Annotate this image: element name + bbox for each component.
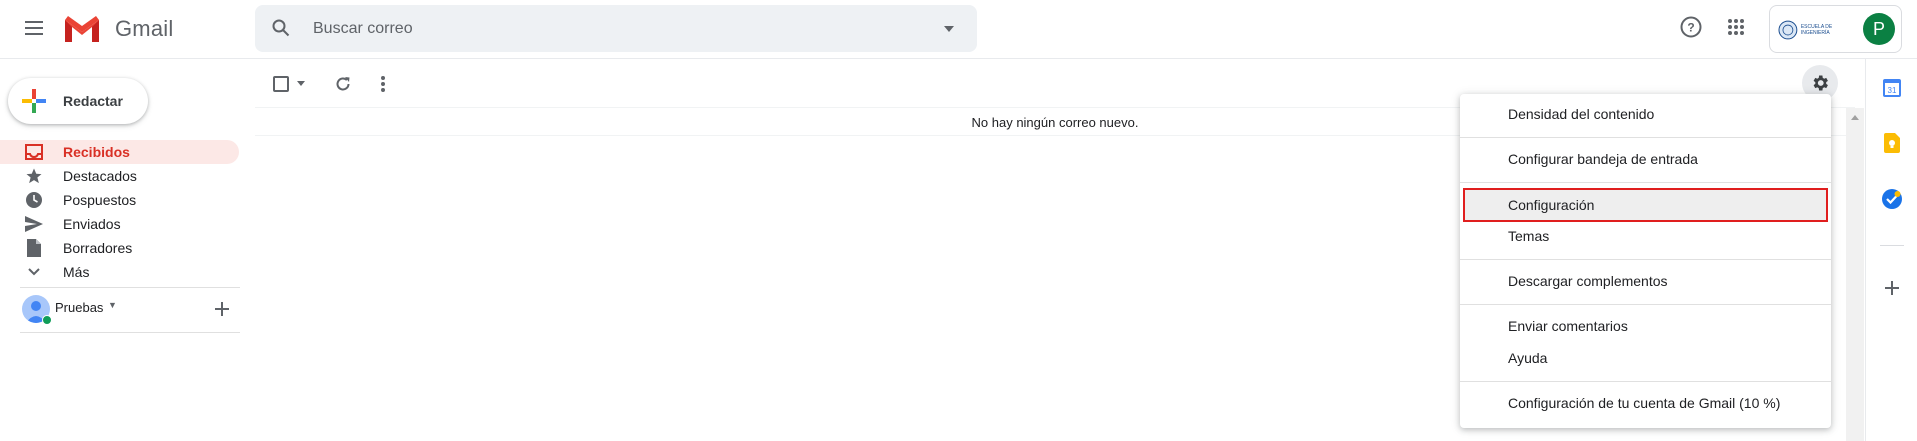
inbox-icon	[25, 143, 43, 161]
caret-up-icon	[1851, 114, 1859, 120]
user-name[interactable]: Pruebas	[55, 300, 103, 315]
sidebar-item-label: Pospuestos	[63, 192, 137, 208]
menu-item-densidad[interactable]: Densidad del contenido	[1460, 98, 1831, 130]
chevron-down-icon	[25, 263, 43, 281]
gmail-logo[interactable]: Gmail	[63, 12, 173, 46]
draft-icon	[25, 239, 43, 257]
sidebar-item-destacados[interactable]: Destacados	[0, 164, 240, 188]
add-addon-icon[interactable]	[1881, 277, 1903, 299]
clock-icon	[25, 191, 43, 209]
menu-item-descargar-complementos[interactable]: Descargar complementos	[1460, 265, 1831, 297]
menu-divider	[1460, 137, 1831, 138]
star-icon	[25, 167, 43, 185]
main-menu-button[interactable]	[19, 12, 51, 44]
menu-item-label: Enviar comentarios	[1508, 318, 1628, 334]
sidebar-item-label: Recibidos	[63, 144, 130, 160]
side-panel-divider	[1880, 245, 1904, 246]
sidebar-item-label: Más	[63, 264, 90, 280]
send-icon	[25, 215, 43, 233]
menu-item-cuenta-gmail[interactable]: Configuración de tu cuenta de Gmail (10 …	[1460, 387, 1831, 419]
compose-plus-icon	[22, 89, 46, 113]
sidebar-item-borradores[interactable]: Borradores	[0, 236, 240, 260]
caret-down-icon	[944, 26, 954, 32]
sidebar-item-label: Borradores	[63, 240, 133, 256]
online-status-icon	[42, 315, 52, 325]
help-icon[interactable]: ?	[1678, 14, 1704, 40]
account-avatar[interactable]: P	[1863, 13, 1895, 45]
compose-button[interactable]: Redactar	[8, 78, 148, 124]
menu-item-configurar-bandeja[interactable]: Configurar bandeja de entrada	[1460, 143, 1831, 175]
sidebar-item-pospuestos[interactable]: Pospuestos	[0, 188, 240, 212]
side-panel: 31	[1865, 59, 1917, 441]
menu-item-label: Descargar complementos	[1508, 273, 1668, 289]
svg-text:31: 31	[1888, 86, 1897, 95]
more-options-icon[interactable]	[371, 72, 395, 96]
caret-down-icon	[297, 80, 305, 86]
refresh-icon[interactable]	[331, 72, 355, 96]
hamburger-icon	[25, 21, 43, 35]
calendar-icon[interactable]: 31	[1881, 77, 1903, 99]
select-options-caret[interactable]	[294, 76, 308, 90]
add-icon[interactable]	[212, 299, 232, 319]
sidebar-divider	[20, 332, 240, 333]
menu-item-label: Configurar bandeja de entrada	[1508, 151, 1698, 167]
org-seal-icon	[1778, 20, 1798, 40]
org-logo-text: ESCUELA DE INGENIERÍA	[1800, 24, 1833, 36]
menu-divider	[1460, 182, 1831, 183]
sidebar-item-label: Destacados	[63, 168, 137, 184]
menu-item-temas[interactable]: Temas	[1460, 220, 1831, 252]
search-options-dropdown[interactable]	[937, 17, 961, 41]
search-bar[interactable]	[255, 5, 977, 52]
menu-divider	[1460, 259, 1831, 260]
tasks-icon[interactable]	[1881, 188, 1903, 210]
caret-down-icon[interactable]: ▼	[108, 300, 117, 310]
account-switcher[interactable]: ESCUELA DE INGENIERÍA P	[1769, 5, 1902, 53]
sidebar-nav: Recibidos Destacados Pospuestos Enviados…	[0, 140, 240, 284]
gmail-m-icon	[65, 16, 99, 42]
gear-icon	[1813, 75, 1828, 91]
hangouts-user-section: Pruebas ▼	[0, 290, 240, 330]
organization-logo: ESCUELA DE INGENIERÍA	[1778, 18, 1862, 42]
app-name: Gmail	[115, 16, 174, 41]
top-header: Gmail ?	[0, 0, 1917, 59]
menu-item-label: Ayuda	[1508, 350, 1548, 366]
sidebar-divider	[20, 287, 240, 288]
search-input[interactable]	[313, 5, 893, 52]
scroll-up-arrow[interactable]	[1846, 108, 1864, 126]
menu-item-label: Configuración	[1508, 197, 1595, 213]
menu-item-ayuda[interactable]: Ayuda	[1460, 342, 1831, 374]
keep-icon[interactable]	[1881, 132, 1903, 154]
menu-divider	[1460, 304, 1831, 305]
search-icon[interactable]	[269, 16, 293, 40]
compose-label: Redactar	[63, 93, 123, 109]
menu-item-configuracion[interactable]: Configuración	[1463, 188, 1828, 222]
menu-item-label: Densidad del contenido	[1508, 106, 1655, 122]
settings-menu: Densidad del contenido Configurar bandej…	[1460, 94, 1831, 428]
vertical-scrollbar[interactable]	[1846, 108, 1864, 441]
sidebar-item-mas[interactable]: Más	[0, 260, 240, 284]
menu-item-label: Configuración de tu cuenta de Gmail (10 …	[1508, 395, 1781, 411]
menu-item-enviar-comentarios[interactable]: Enviar comentarios	[1460, 310, 1831, 342]
sidebar-item-recibidos[interactable]: Recibidos	[0, 140, 239, 164]
sidebar-item-enviados[interactable]: Enviados	[0, 212, 240, 236]
svg-text:?: ?	[1687, 21, 1694, 35]
menu-divider	[1460, 381, 1831, 382]
menu-item-label: Temas	[1508, 228, 1550, 244]
sidebar-item-label: Enviados	[63, 216, 121, 232]
apps-grid-icon[interactable]	[1723, 14, 1749, 40]
select-all-checkbox[interactable]	[273, 76, 289, 92]
